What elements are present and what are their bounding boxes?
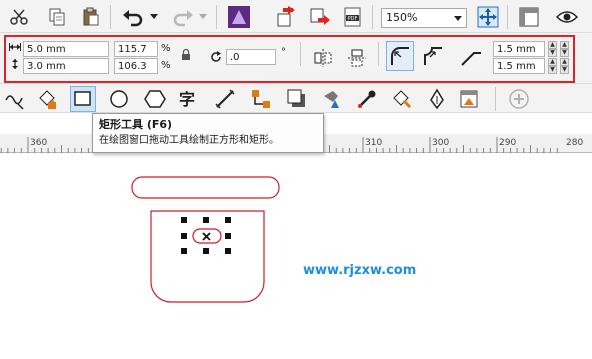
eyedropper-tool[interactable] [354,86,380,112]
redo-dropdown[interactable] [197,4,209,30]
undo-button[interactable] [120,4,146,30]
tooltip: 矩形工具 (F6) 在绘图窗口拖动工具绘制正方形和矩形。 [92,113,324,153]
text-icon: 字 [179,90,195,109]
outline-pen-icon [430,88,444,110]
chevron-down-icon [150,14,158,19]
connector-icon [252,90,270,108]
polygon-tool[interactable] [142,86,168,112]
standard-toolbar: PDF 150% [0,0,592,33]
toolbox: 字 [0,83,592,113]
svg-text:PDF: PDF [348,16,358,22]
ruler-label: 290 [499,138,516,148]
rectangle-icon [74,91,91,106]
paste-button[interactable] [78,4,104,30]
ruler-label: 310 [365,138,382,148]
property-icon [460,90,478,108]
zoom-to-page-icon [477,6,499,28]
transparency-tool[interactable] [318,86,344,112]
import-button[interactable] [272,4,298,30]
interactive-fill-tool[interactable] [388,86,414,112]
rectangle-tool[interactable] [70,86,96,112]
add-circle-icon [509,89,529,109]
zoom-level-value: 150% [386,11,418,24]
dimension-tool[interactable] [212,86,238,112]
transparency-icon [324,91,339,108]
ellipse-icon [110,90,128,108]
add-tool-button[interactable] [506,86,532,112]
publish-pdf-button[interactable]: PDF [340,4,366,30]
redo-icon [173,10,193,27]
svg-text:字: 字 [179,90,195,109]
watermark: www.rjzxw.com [303,263,417,278]
toolbar-divider [507,5,508,29]
rounded-bottom-rectangle-shape[interactable] [150,210,265,303]
object-properties-tool[interactable] [456,86,482,112]
toolbar-divider [110,5,111,29]
copy-button[interactable] [44,4,70,30]
undo-icon [123,10,143,27]
connector-tool[interactable] [248,86,274,112]
fill-icon [393,90,412,109]
coreldraw-window: PDF 150% 5.0 mm 3.0 mm 115.7 106.3 % % .… [0,0,592,359]
corel-app-icon [228,6,250,28]
toolbar-divider [216,5,217,29]
outline-pen-tool[interactable] [424,86,450,112]
redo-button[interactable] [170,4,196,30]
freehand-tool[interactable] [2,86,28,112]
toolbar-divider [495,87,496,111]
smart-fill-icon [39,90,56,109]
center-marker-icon [202,232,211,241]
drop-shadow-icon [287,89,305,107]
chevron-down-icon [199,14,207,19]
zoom-level-select[interactable]: 150% [381,8,467,28]
drop-shadow-tool[interactable] [284,86,310,112]
chevron-down-icon [454,16,462,21]
freehand-icon [5,95,24,110]
options-icon [519,7,539,27]
cut-icon [10,9,28,25]
property-bar-highlight [4,35,575,83]
copy-icon [49,8,65,26]
zoom-to-page-button[interactable] [475,4,501,30]
polygon-icon [144,90,166,108]
options-button[interactable] [516,4,542,30]
toolbar-divider [372,5,373,29]
view-icon [556,11,578,23]
smart-fill-tool[interactable] [34,86,60,112]
tooltip-description: 在绘图窗口拖动工具绘制正方形和矩形。 [99,135,279,146]
paste-icon [83,7,99,26]
eyedropper-icon [358,90,376,108]
view-button[interactable] [554,4,580,30]
cut-button[interactable] [6,4,32,30]
ruler-label: 300 [432,138,449,148]
ruler-label: 360 [30,138,47,148]
text-tool[interactable]: 字 [176,86,202,112]
publish-pdf-icon: PDF [344,7,361,27]
ruler-label: 280 [566,138,583,148]
corel-application-launcher[interactable] [226,4,252,30]
tooltip-title: 矩形工具 (F6) [99,118,173,131]
import-icon [277,6,295,27]
rounded-rectangle-shape[interactable] [131,176,280,199]
drawing-canvas[interactable] [0,153,592,359]
export-button[interactable] [306,4,332,30]
dimension-icon [215,89,235,109]
export-icon [310,8,330,25]
undo-dropdown[interactable] [148,4,160,30]
ellipse-tool[interactable] [106,86,132,112]
